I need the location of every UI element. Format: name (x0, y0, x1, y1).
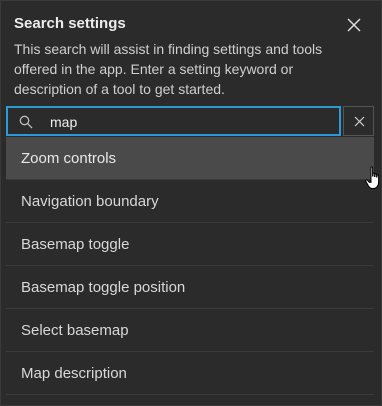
search-input[interactable]: map (6, 106, 341, 136)
panel-description: This search will assist in finding setti… (14, 41, 323, 97)
close-icon (347, 18, 361, 32)
result-item-basemap-toggle-position[interactable]: Basemap toggle position (6, 266, 374, 309)
hand-pointer-cursor-icon (365, 166, 380, 189)
result-item-map-description[interactable]: Map description (6, 352, 374, 395)
panel-title: Search settings (14, 15, 126, 32)
search-value[interactable]: map (50, 114, 77, 130)
result-item-zoom-controls[interactable]: Zoom controls (6, 137, 374, 180)
clear-search-button[interactable] (343, 106, 374, 136)
search-icon (19, 115, 33, 129)
result-item-select-basemap[interactable]: Select basemap (6, 309, 374, 352)
result-item-navigation-boundary[interactable]: Navigation boundary (6, 180, 374, 223)
close-button[interactable] (344, 15, 364, 35)
result-item-basemap-toggle[interactable]: Basemap toggle (6, 223, 374, 266)
clear-icon (354, 116, 365, 127)
search-results-list: Zoom controls Navigation boundary Basema… (6, 137, 374, 395)
